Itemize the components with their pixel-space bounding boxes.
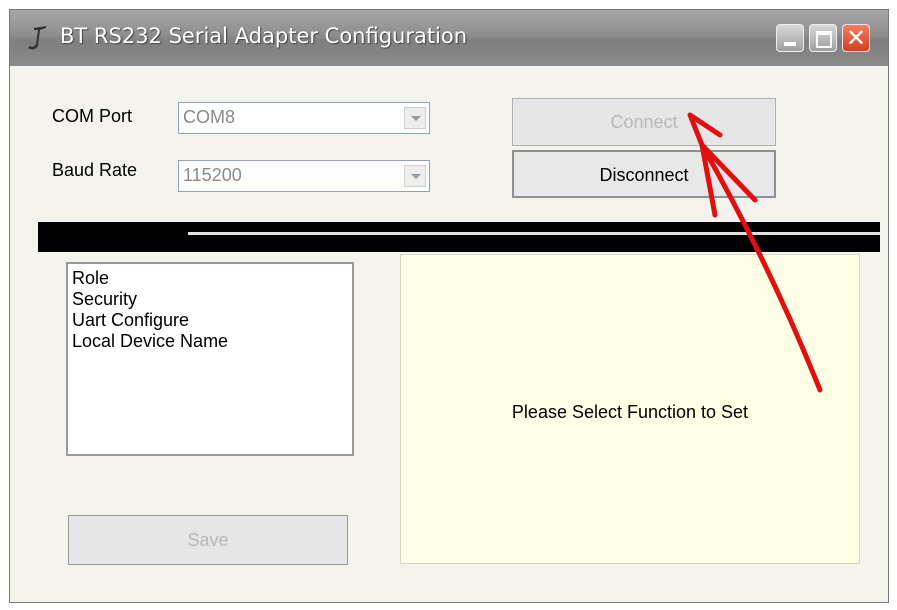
com-port-value: COM8 [183,107,236,127]
com-port-label: COM Port [52,106,133,126]
annotation-arrow-icon [687,112,823,393]
list-item[interactable]: Security [72,289,348,310]
baud-rate-value: 115200 [183,165,242,185]
title-bar[interactable]: BT RS232 Serial Adapter Configuration ✕ [10,10,888,66]
close-button[interactable]: ✕ [842,24,870,52]
save-button[interactable]: Save [68,515,348,565]
function-list[interactable]: Role Security Uart Configure Local Devic… [66,262,354,456]
tab-active[interactable] [44,232,186,235]
com-port-select[interactable]: COM8 [178,102,430,134]
chevron-down-icon[interactable] [404,107,426,129]
chevron-down-icon[interactable] [404,165,426,187]
minimize-button[interactable] [776,24,804,52]
list-item[interactable]: Role [72,268,348,289]
app-icon [28,26,46,50]
baud-rate-select[interactable]: 115200 [178,160,430,192]
maximize-button[interactable] [809,24,837,52]
baud-rate-label: Baud Rate [52,160,138,180]
panel-message: Please Select Function to Set [511,402,749,422]
list-item[interactable]: Uart Configure [72,310,348,331]
list-item[interactable]: Local Device Name [72,331,348,352]
window-title: BT RS232 Serial Adapter Configuration [60,24,468,48]
